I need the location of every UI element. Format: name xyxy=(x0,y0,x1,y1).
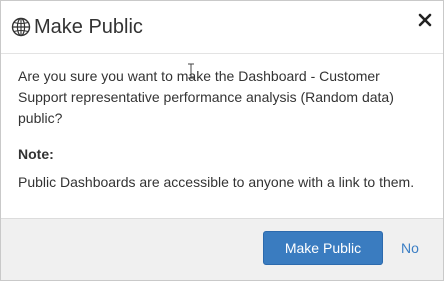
make-public-button[interactable]: Make Public xyxy=(263,231,383,265)
text-cursor-icon xyxy=(186,63,196,79)
globe-icon xyxy=(11,17,31,37)
make-public-dialog: Make Public Are you sure you want to mak… xyxy=(0,0,444,281)
dialog-body: Are you sure you want to make the Dashbo… xyxy=(1,54,443,221)
dialog-title: Make Public xyxy=(34,16,143,38)
no-button[interactable]: No xyxy=(401,231,419,265)
close-icon[interactable] xyxy=(417,12,433,28)
dialog-header: Make Public xyxy=(1,1,443,54)
confirmation-question: Are you sure you want to make the Dashbo… xyxy=(18,68,394,126)
note-text: Public Dashboards are accessible to anyo… xyxy=(18,174,415,190)
note-label: Note: xyxy=(18,146,54,162)
dialog-footer: Make Public No xyxy=(1,218,443,280)
